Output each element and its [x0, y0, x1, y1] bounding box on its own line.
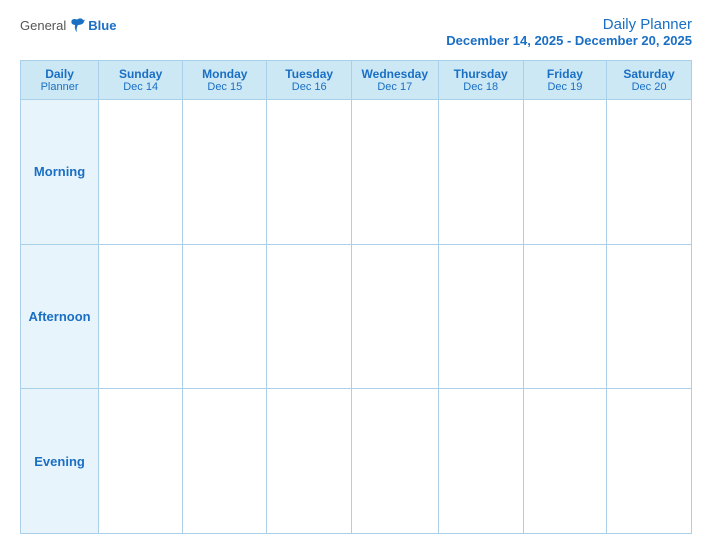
header-thursday-day: Thursday [443, 67, 519, 81]
planner-date-range: December 14, 2025 - December 20, 2025 [446, 33, 692, 48]
header-cell-planner: Daily Planner [21, 61, 99, 100]
evening-label: Evening [21, 389, 99, 534]
header-sunday-date: Dec 14 [103, 81, 178, 93]
page-header: General Blue Daily Planner December 14, … [20, 16, 692, 48]
logo-area: General Blue [20, 16, 116, 34]
evening-wednesday-cell[interactable] [351, 389, 438, 534]
evening-tuesday-cell[interactable] [267, 389, 352, 534]
logo-blue-text: Blue [88, 18, 116, 33]
header-cell-sunday: Sunday Dec 14 [99, 61, 183, 100]
morning-monday-cell[interactable] [183, 100, 267, 245]
planner-title: Daily Planner [446, 16, 692, 33]
evening-saturday-cell[interactable] [607, 389, 692, 534]
header-cell-tuesday: Tuesday Dec 16 [267, 61, 352, 100]
evening-row: Evening [21, 389, 692, 534]
evening-monday-cell[interactable] [183, 389, 267, 534]
afternoon-tuesday-cell[interactable] [267, 244, 352, 389]
header-cell-saturday: Saturday Dec 20 [607, 61, 692, 100]
header-cell-wednesday: Wednesday Dec 17 [351, 61, 438, 100]
header-friday-date: Dec 19 [528, 81, 602, 93]
header-cell-friday: Friday Dec 19 [523, 61, 606, 100]
header-wednesday-date: Dec 17 [356, 81, 434, 93]
logo-general-text: General [20, 18, 66, 33]
evening-friday-cell[interactable] [523, 389, 606, 534]
logo: General Blue [20, 16, 116, 34]
afternoon-thursday-cell[interactable] [438, 244, 523, 389]
header-sunday-day: Sunday [103, 67, 178, 81]
header-row: Daily Planner Sunday Dec 14 Monday Dec 1… [21, 61, 692, 100]
header-monday-date: Dec 15 [187, 81, 262, 93]
header-planner-label: Planner [25, 81, 94, 93]
afternoon-wednesday-cell[interactable] [351, 244, 438, 389]
morning-label: Morning [21, 100, 99, 245]
title-area: Daily Planner December 14, 2025 - Decemb… [446, 16, 692, 48]
morning-tuesday-cell[interactable] [267, 100, 352, 245]
afternoon-row: Afternoon [21, 244, 692, 389]
header-thursday-date: Dec 18 [443, 81, 519, 93]
header-saturday-day: Saturday [611, 67, 687, 81]
morning-row: Morning [21, 100, 692, 245]
header-wednesday-day: Wednesday [356, 67, 434, 81]
header-day-label: Daily [25, 67, 94, 81]
header-tuesday-date: Dec 16 [271, 81, 347, 93]
morning-thursday-cell[interactable] [438, 100, 523, 245]
header-monday-day: Monday [187, 67, 262, 81]
morning-friday-cell[interactable] [523, 100, 606, 245]
header-friday-day: Friday [528, 67, 602, 81]
afternoon-sunday-cell[interactable] [99, 244, 183, 389]
logo-bird-icon [68, 16, 86, 34]
header-saturday-date: Dec 20 [611, 81, 687, 93]
header-cell-monday: Monday Dec 15 [183, 61, 267, 100]
morning-wednesday-cell[interactable] [351, 100, 438, 245]
header-cell-thursday: Thursday Dec 18 [438, 61, 523, 100]
morning-sunday-cell[interactable] [99, 100, 183, 245]
afternoon-saturday-cell[interactable] [607, 244, 692, 389]
morning-saturday-cell[interactable] [607, 100, 692, 245]
evening-thursday-cell[interactable] [438, 389, 523, 534]
afternoon-friday-cell[interactable] [523, 244, 606, 389]
evening-sunday-cell[interactable] [99, 389, 183, 534]
afternoon-label: Afternoon [21, 244, 99, 389]
afternoon-monday-cell[interactable] [183, 244, 267, 389]
header-tuesday-day: Tuesday [271, 67, 347, 81]
planner-table: Daily Planner Sunday Dec 14 Monday Dec 1… [20, 60, 692, 534]
